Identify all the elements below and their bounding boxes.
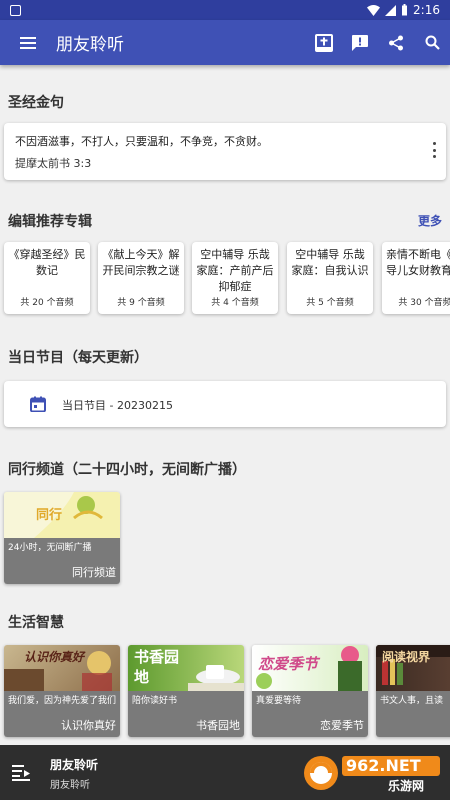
album-card[interactable]: 《穿越圣经》民数记 共 20 个音频 — [4, 242, 90, 314]
life-desc: 我们爱，因为神先爱了我们 — [8, 696, 117, 706]
calendar-icon — [30, 396, 46, 412]
watermark-text: 962.NET — [346, 756, 421, 775]
life-image-text: 恋爱季节 — [258, 655, 319, 673]
channel-name: 同行频道 — [72, 566, 116, 579]
today-program-card[interactable]: 当日节目 - 20230215 — [4, 381, 446, 427]
player-subtitle: 朋友聆听 — [50, 780, 90, 791]
verse-card[interactable]: 不因酒滋事，不打人，只要温和，不争竞，不贪财。 提摩太前书 3:3 — [4, 123, 446, 180]
album-card[interactable]: 亲情不断电《教导儿女财教育》 共 30 个音频 — [382, 242, 450, 314]
more-vert-icon[interactable] — [432, 142, 436, 158]
album-title: 《穿越圣经》民数记 — [8, 248, 86, 277]
wifi-icon — [367, 4, 381, 16]
watermark-logo: 962.NET 乐游网 — [302, 754, 442, 793]
main-content[interactable]: 圣经金句 不因酒滋事，不打人，只要温和，不争竞，不贪财。 提摩太前书 3:3 编… — [0, 65, 450, 745]
album-title: 《献上今天》解开民间宗教之谜 — [102, 248, 180, 277]
life-image: 恋爱季节 — [252, 645, 368, 691]
channel-desc: 24小时，无间断广播 — [8, 543, 92, 553]
album-title: 亲情不断电《教导儿女财教育》 — [386, 248, 450, 277]
album-count: 共 4 个音频 — [211, 298, 259, 308]
today-program-label: 当日节目 - 20230215 — [62, 399, 173, 412]
search-icon — [425, 35, 440, 50]
hamburger-icon — [20, 36, 36, 49]
verse-section-title: 圣经金句 — [8, 95, 64, 111]
player-title: 朋友聆听 — [50, 758, 99, 772]
life-tile[interactable]: 阅读视界 书文人事，且读 阅 — [376, 645, 450, 737]
life-image-text: 认识你真好 — [24, 650, 85, 664]
albums-more-link[interactable]: 更多 — [418, 212, 442, 229]
verse-reference: 提摩太前书 3:3 — [15, 157, 92, 170]
album-title: 空中辅导 乐哉家庭：自我认识 — [291, 248, 369, 277]
watermark-sub: 乐游网 — [388, 779, 425, 793]
life-overlay: 书文人事，且读 阅 — [376, 691, 450, 737]
life-tile[interactable]: 恋爱季节 真爱要等待 恋爱季节 — [252, 645, 368, 737]
feedback-icon — [352, 34, 368, 51]
life-overlay: 我们爱，因为神先爱了我们 认识你真好 — [4, 691, 120, 737]
life-desc: 书文人事，且读 — [380, 696, 444, 706]
bible-icon — [315, 33, 333, 52]
life-image-text: 书香园地 — [134, 648, 180, 686]
channel-image: 同行 — [4, 492, 120, 538]
feedback-button[interactable] — [342, 20, 378, 65]
life-tile[interactable]: 认识你真好 我们爱，因为神先爱了我们 认识你真好 — [4, 645, 120, 737]
app-bar: 朋友聆听 — [0, 20, 450, 65]
life-image: 阅读视界 — [376, 645, 450, 691]
life-name: 恋爱季节 — [320, 719, 364, 732]
channel-tile[interactable]: 同行 24小时，无间断广播 同行频道 — [4, 492, 120, 584]
bible-button[interactable] — [306, 20, 342, 65]
life-desc: 陪你读好书 — [132, 696, 178, 706]
life-image: 书香园地 — [128, 645, 244, 691]
life-image-text: 阅读视界 — [382, 650, 431, 664]
channel-overlay: 24小时，无间断广播 同行频道 — [4, 538, 120, 584]
channel-image-text: 同行 — [36, 508, 63, 523]
verse-text: 不因酒滋事，不打人，只要温和，不争竞，不贪财。 — [15, 135, 268, 148]
album-count: 共 9 个音频 — [117, 298, 165, 308]
channel-section-title: 同行频道（二十四小时，无间断广播） — [8, 462, 246, 478]
albums-section-title: 编辑推荐专辑 — [8, 214, 92, 230]
life-section-title: 生活智慧 — [8, 615, 64, 631]
status-time: 2:16 — [413, 3, 440, 17]
search-button[interactable] — [414, 20, 450, 65]
album-count: 共 20 个音频 — [20, 298, 74, 308]
life-overlay: 陪你读好书 书香园地 — [128, 691, 244, 737]
app-title: 朋友聆听 — [56, 35, 124, 55]
life-desc: 真爱要等待 — [256, 696, 302, 706]
notification-icon — [10, 4, 21, 16]
album-count: 共 30 个音频 — [398, 298, 450, 308]
album-card[interactable]: 《献上今天》解开民间宗教之谜 共 9 个音频 — [98, 242, 184, 314]
player-bar[interactable]: 朋友聆听 朋友聆听 962.NET 乐游网 — [0, 745, 450, 800]
life-image: 认识你真好 — [4, 645, 120, 691]
album-card[interactable]: 空中辅导 乐哉家庭：自我认识 共 5 个音频 — [287, 242, 373, 314]
playlist-icon[interactable] — [12, 765, 30, 781]
life-name: 认识你真好 — [61, 719, 116, 732]
album-count: 共 5 个音频 — [306, 298, 354, 308]
share-button[interactable] — [378, 20, 414, 65]
menu-button[interactable] — [0, 20, 56, 65]
life-overlay: 真爱要等待 恋爱季节 — [252, 691, 368, 737]
album-card[interactable]: 空中辅导 乐哉家庭：产前产后抑郁症 共 4 个音频 — [192, 242, 278, 314]
signal-icon — [385, 4, 397, 16]
status-bar: 2:16 — [0, 0, 450, 20]
share-icon — [389, 35, 403, 50]
life-name: 书香园地 — [196, 719, 240, 732]
album-title: 空中辅导 乐哉家庭：产前产后抑郁症 — [196, 248, 274, 293]
battery-icon — [402, 4, 408, 16]
today-section-title: 当日节目（每天更新） — [8, 350, 148, 366]
life-tile[interactable]: 书香园地 陪你读好书 书香园地 — [128, 645, 244, 737]
